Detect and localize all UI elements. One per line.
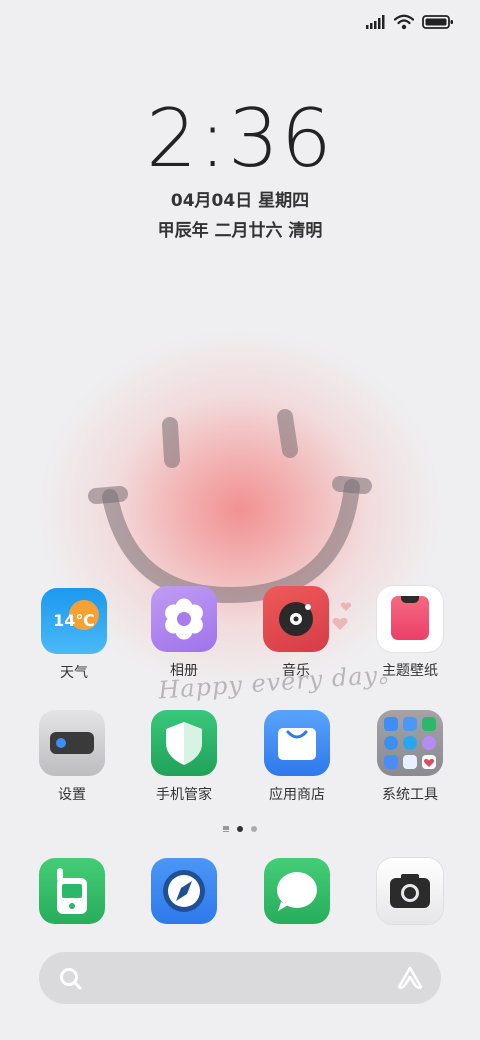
weather-temp: 14℃ xyxy=(53,611,95,630)
app-weather[interactable]: 14℃ 天气 xyxy=(26,588,122,682)
mini-video-icon xyxy=(384,717,398,731)
dock-phone[interactable] xyxy=(24,858,120,924)
lunar-date-text: 甲辰年 二月廿六 清明 xyxy=(157,221,323,241)
mini-mail-icon xyxy=(403,755,417,769)
clock-time[interactable]: 2:36 xyxy=(0,96,480,182)
weather-icon: 14℃ xyxy=(41,588,107,654)
messages-icon xyxy=(264,858,330,924)
mini-share-icon xyxy=(403,736,417,750)
search-icon xyxy=(60,968,82,990)
music-icon xyxy=(263,586,329,652)
app-store-label: 应用商店 xyxy=(269,787,325,803)
album-label: 相册 xyxy=(170,663,198,679)
dock-messages[interactable] xyxy=(249,858,345,924)
shield-icon xyxy=(166,722,202,765)
system-tools-label: 系统工具 xyxy=(382,787,438,803)
phone-icon xyxy=(39,858,105,924)
app-phone-manager[interactable]: 手机管家 xyxy=(136,710,232,804)
smiley-mouth xyxy=(102,479,360,604)
folder-icon xyxy=(377,710,443,776)
mini-file-icon xyxy=(403,717,417,731)
home-screen: Happy every day。 2:36 04月04日 星期四 甲辰年 二月廿… xyxy=(0,0,480,1040)
mini-heart-icon xyxy=(422,755,436,769)
shopping-bag-icon xyxy=(278,728,316,760)
phone-manager-icon xyxy=(151,710,217,776)
album-icon xyxy=(151,586,217,652)
mini-compass-icon xyxy=(384,736,398,750)
app-themes[interactable]: 主题壁纸 xyxy=(362,586,458,680)
mini-transfer-icon xyxy=(384,755,398,769)
page-indicator[interactable] xyxy=(0,826,480,832)
date-text[interactable]: 04月04日 星期四 xyxy=(0,186,480,211)
themes-icon xyxy=(377,586,443,652)
page-dot-1[interactable] xyxy=(237,826,243,832)
app-settings[interactable]: 设置 xyxy=(24,710,120,804)
status-bar xyxy=(366,10,454,34)
app-album[interactable]: 相册 xyxy=(136,586,232,680)
music-label: 音乐 xyxy=(282,663,310,679)
dock-camera[interactable] xyxy=(362,858,458,924)
app-music[interactable]: 音乐 xyxy=(248,586,344,680)
mini-tool-icon xyxy=(422,736,436,750)
app-store-icon xyxy=(264,710,330,776)
smiley-left-eye xyxy=(162,417,180,468)
mini-sim-icon xyxy=(422,717,436,731)
dock-browser[interactable] xyxy=(136,858,232,924)
weather-label: 天气 xyxy=(60,665,88,681)
folder-mini-icons xyxy=(384,717,436,769)
themes-label: 主题壁纸 xyxy=(382,663,438,679)
vinyl-icon xyxy=(279,602,313,636)
folder-system-tools[interactable]: 系统工具 xyxy=(362,710,458,804)
toggle-knob xyxy=(56,738,66,748)
app-app-store[interactable]: 应用商店 xyxy=(249,710,345,804)
wifi-icon xyxy=(394,14,414,30)
page-dot-2[interactable] xyxy=(251,826,257,832)
theme-card-notch xyxy=(401,596,419,603)
flower-icon xyxy=(165,598,203,640)
assistant-icon[interactable] xyxy=(396,965,424,991)
smiley-right-eye xyxy=(277,409,298,458)
search-bar[interactable] xyxy=(38,951,442,1005)
camera-icon xyxy=(377,858,443,924)
battery-icon xyxy=(422,15,453,29)
browser-icon xyxy=(151,858,217,924)
signal-icon xyxy=(366,15,385,29)
settings-label: 设置 xyxy=(58,787,86,803)
settings-icon xyxy=(39,710,105,776)
page-indicator-minus-one[interactable] xyxy=(223,826,229,832)
phone-manager-label: 手机管家 xyxy=(156,787,212,803)
